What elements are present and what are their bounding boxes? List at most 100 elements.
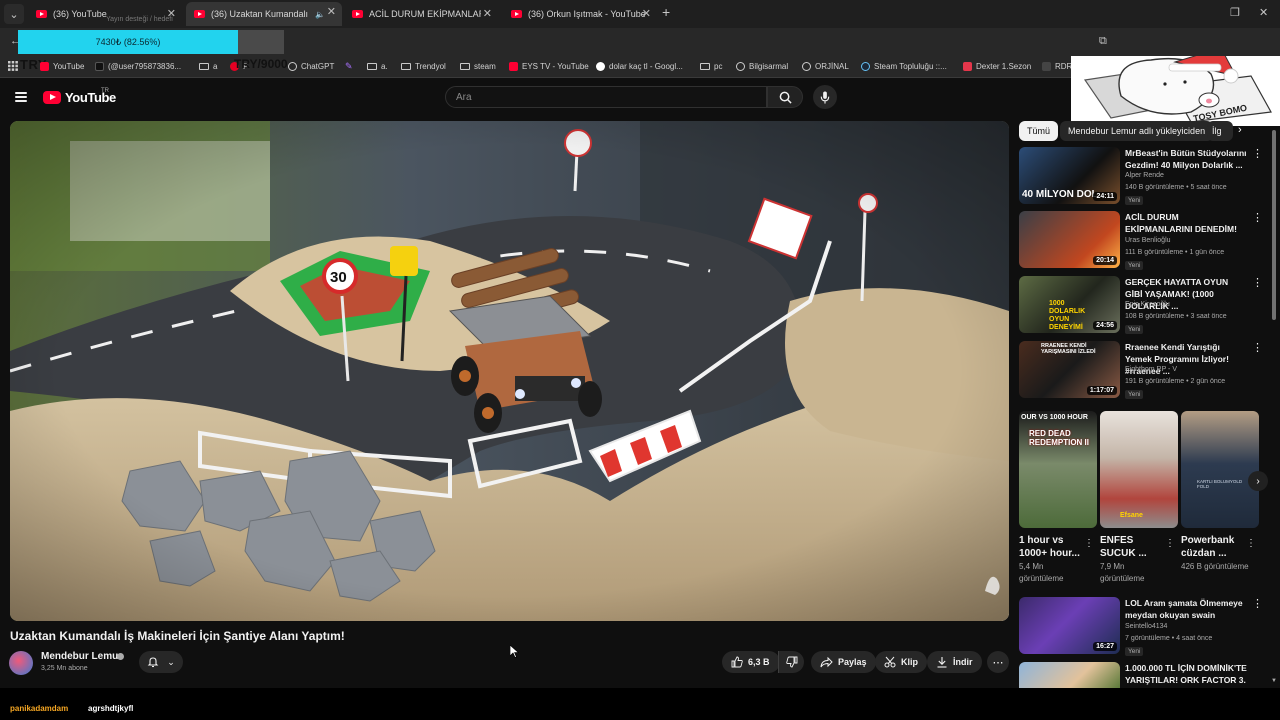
rec-thumbnail[interactable]: 20:14 — [1019, 211, 1120, 268]
bookmark-dexter[interactable]: Dexter 1.Sezon — [963, 58, 1031, 74]
rec-title[interactable]: ACİL DURUM EKİPMANLARINI DENEDİM! — [1125, 211, 1247, 235]
close-icon[interactable]: ✕ — [327, 5, 336, 18]
bookmark-rdr[interactable]: RDR — [1042, 58, 1072, 74]
cast-icon[interactable]: ⧉ — [1099, 35, 1107, 48]
channel-name-link[interactable]: Mendebur Lemur — [41, 651, 122, 662]
short-title[interactable]: Powerbank cüzdan ... — [1181, 534, 1245, 560]
download-button[interactable]: İndir — [927, 651, 982, 673]
subscription-bell-button[interactable]: ⌄ — [139, 651, 183, 673]
chevron-right-icon[interactable]: › — [1238, 124, 1242, 136]
rec-channel[interactable]: Enis Kirazoğlu — [1125, 301, 1170, 308]
short-thumbnail[interactable]: OUR VS 1000 HOUR RED DEAD REDEMPTION II — [1019, 411, 1097, 528]
more-actions-button[interactable]: ⋯ — [987, 651, 1009, 673]
youtube-icon — [40, 61, 49, 71]
bookmark-eys-tv[interactable]: EYS TV - YouTube — [509, 58, 589, 74]
restore-window-icon[interactable]: ❐ — [1230, 6, 1240, 19]
short-overlay-text: OUR VS 1000 HOUR — [1021, 414, 1088, 421]
video-title: Uzaktan Kumandalı İş Makineleri İçin Şan… — [10, 629, 345, 643]
globe-icon — [736, 61, 745, 71]
more-vertical-icon[interactable]: ⋮ — [1252, 341, 1263, 354]
rec-channel[interactable]: Seintello4134 — [1125, 623, 1167, 630]
rec-channel[interactable]: Alper Rende — [1125, 172, 1164, 179]
chip-related[interactable]: İlg — [1207, 121, 1233, 141]
rec-channel[interactable]: Uras Benlioğlu — [1125, 237, 1171, 244]
rec-thumbnail[interactable]: RRAENEE KENDİ YARIŞMASINI İZLEDİ 1:17:07 — [1019, 341, 1120, 398]
close-icon[interactable]: ✕ — [483, 7, 492, 20]
speaker-icon[interactable]: 🔈 — [315, 10, 325, 19]
apps-grid-icon[interactable] — [8, 58, 18, 74]
bookmark-pc[interactable]: pc — [700, 58, 722, 74]
bookmark-feather[interactable]: ✎ — [345, 58, 353, 74]
bookmark-bilgisarmal[interactable]: Bilgisarmal — [736, 58, 788, 74]
tab-orkun-isitmak[interactable]: (36) Orkun Işıtmak - YouTube ✕ — [503, 4, 657, 24]
search-button[interactable] — [767, 86, 803, 108]
rec-channel[interactable]: Eightbom RP - V — [1125, 366, 1177, 373]
chip-all[interactable]: Tümü — [1019, 121, 1059, 141]
tab-current-video[interactable]: (36) Uzaktan Kumandalı İş I 🔈 ✕ — [186, 2, 342, 26]
bookmark-dolar[interactable]: dolar kaç tl - Googl... — [596, 58, 683, 74]
chip-uploader[interactable]: Mendebur Lemur adlı yükleyiciden — [1060, 121, 1214, 141]
stream-goal-progress-fill: 7430₺ (82.56%) — [18, 30, 238, 54]
bookmark-folder-a[interactable]: a — [199, 58, 217, 74]
more-vertical-icon[interactable]: ⋮ — [1084, 538, 1094, 549]
folder-icon — [367, 62, 377, 70]
short-title[interactable]: ENFES SUCUK ... — [1100, 534, 1164, 560]
bookmark-chatgpt[interactable]: ChatGPT — [288, 58, 334, 74]
tiktok-icon — [95, 61, 104, 71]
more-vertical-icon[interactable]: ⋮ — [1165, 538, 1175, 549]
chat-username: panikadamdam — [10, 704, 69, 713]
more-vertical-icon[interactable]: ⋮ — [1252, 147, 1263, 160]
share-button[interactable]: Paylaş — [811, 651, 876, 673]
rec-thumbnail[interactable] — [1019, 662, 1120, 688]
youtube-favicon-icon — [352, 10, 363, 18]
steam-icon — [861, 61, 870, 71]
youtube-favicon-icon — [194, 10, 205, 18]
bookmark-steam[interactable]: steam — [460, 58, 496, 74]
download-icon — [937, 657, 947, 668]
thumbnail-overlay-text: 40 MİLYON DOL — [1022, 189, 1098, 200]
new-badge: Yeni — [1125, 390, 1144, 399]
stream-overlay-caption: Yayın desteği / hedefi — [106, 16, 173, 23]
search-input[interactable]: Ara — [445, 86, 767, 108]
rec-thumbnail[interactable]: 1000 DOLARLIK OYUN DENEYİMİ 24:56 — [1019, 276, 1120, 333]
short-views: 426 B görüntüleme — [1181, 562, 1249, 571]
shorts-next-button[interactable]: › — [1248, 471, 1268, 491]
tab-acil-durum[interactable]: ACİL DURUM EKİPMANLARINI ✕ — [344, 4, 498, 24]
dislike-button[interactable] — [778, 651, 804, 673]
close-window-icon[interactable]: ✕ — [1259, 6, 1268, 19]
video-player[interactable]: 30 — [10, 121, 1009, 621]
short-title[interactable]: 1 hour vs 1000+ hour... — [1019, 534, 1083, 560]
rec-thumbnail[interactable]: 40 MİLYON DOL 24:11 — [1019, 147, 1120, 204]
rec-title[interactable]: LOL Aram şamata Ölmemeye meydan okuyan s… — [1125, 597, 1247, 621]
clip-button[interactable]: Klip — [875, 651, 927, 673]
bookmark-youtube[interactable]: YouTube — [40, 58, 84, 74]
youtube-favicon-icon — [36, 10, 47, 18]
short-thumbnail[interactable]: Efsane — [1100, 411, 1178, 528]
more-vertical-icon[interactable]: ⋮ — [1246, 538, 1256, 549]
new-badge: Yeni — [1125, 196, 1144, 205]
subscriber-count: 3,25 Mn abone — [41, 665, 88, 672]
new-tab-plus-icon[interactable]: + — [662, 4, 670, 20]
bookmark-folder-a2[interactable]: a. — [367, 58, 388, 74]
chat-message: agrshdtjkyfl — [88, 704, 134, 713]
bell-icon — [147, 657, 159, 668]
channel-avatar[interactable] — [9, 651, 33, 675]
like-button[interactable]: 6,3 B — [722, 651, 780, 673]
rec-title[interactable]: MrBeast'in Bütün Stüdyolarını Gezdim! 40… — [1125, 147, 1247, 171]
thumbs-down-icon — [786, 656, 798, 668]
menu-icon[interactable] — [15, 92, 27, 102]
more-vertical-icon[interactable]: ⋮ — [1252, 276, 1263, 289]
short-thumbnail[interactable]: KARTLI BOLUMYOLD FOLD — [1181, 411, 1259, 528]
close-icon[interactable]: ✕ — [642, 7, 651, 20]
bookmark-tiktok[interactable]: (@user795873836... — [95, 58, 181, 74]
bookmark-trendyol[interactable]: Trendyol — [401, 58, 446, 74]
scrollbar-thumb[interactable] — [1272, 130, 1276, 320]
more-vertical-icon[interactable]: ⋮ — [1252, 597, 1263, 610]
scroll-down-arrow-icon[interactable]: ▼ — [1271, 678, 1277, 684]
more-vertical-icon[interactable]: ⋮ — [1252, 211, 1263, 224]
bookmark-steam-community[interactable]: Steam Topluluğu ::... — [861, 58, 947, 74]
tab-search-chevron-icon[interactable]: ⌄ — [4, 4, 24, 24]
voice-search-button[interactable] — [813, 85, 837, 109]
rec-thumbnail[interactable]: 16:27 — [1019, 597, 1120, 654]
bookmark-orjinal[interactable]: ORJİNAL — [802, 58, 849, 74]
